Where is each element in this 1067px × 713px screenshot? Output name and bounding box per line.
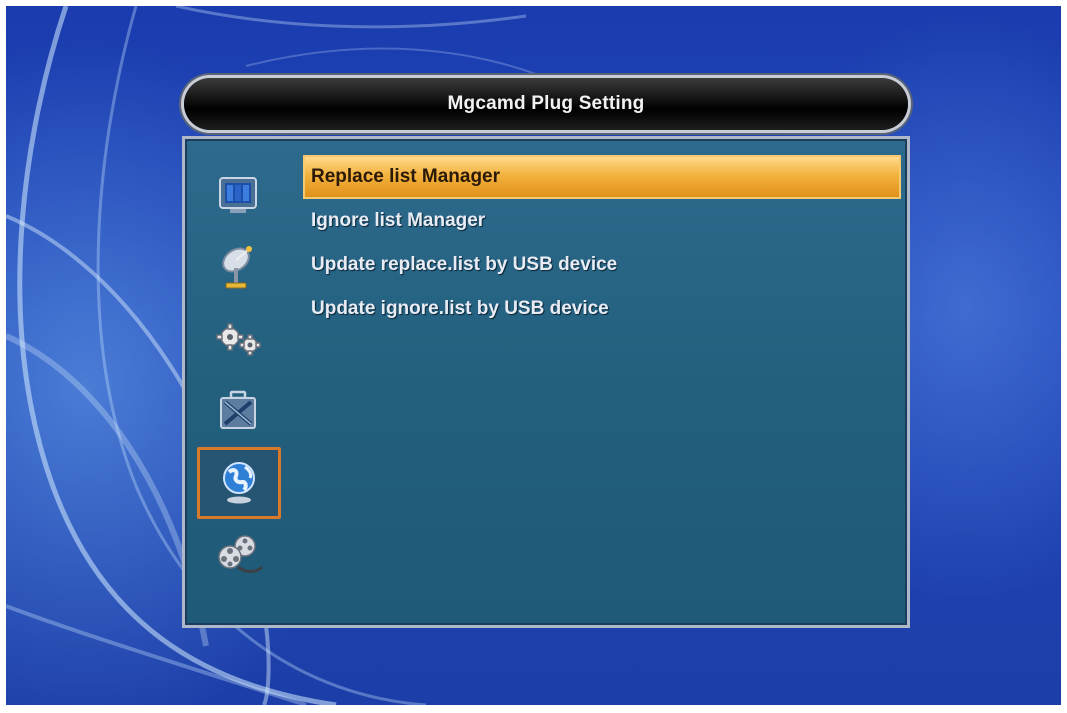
category-item-media[interactable] [197, 519, 281, 591]
gears-icon [216, 323, 261, 356]
dialog-body: Replace list Manager Ignore list Manager… [182, 136, 910, 628]
globe-icon [223, 462, 255, 504]
page-title: Mgcamd Plug Setting [447, 93, 645, 114]
menu-item-update-ignore-list-usb[interactable]: Update ignore.list by USB device [305, 289, 899, 329]
settings-dialog: Mgcamd Plug Setting Replace list Manager… [178, 72, 914, 632]
category-icon-column [197, 159, 281, 591]
category-item-network[interactable] [197, 447, 281, 519]
menu-list: Replace list Manager Ignore list Manager… [305, 157, 899, 333]
menu-item-update-replace-list-usb[interactable]: Update replace.list by USB device [305, 245, 899, 285]
toolbox-icon [220, 390, 256, 429]
menu-item-replace-list-manager[interactable]: Replace list Manager [305, 157, 899, 197]
tv-screen-icon [219, 177, 257, 213]
film-reels-icon [218, 535, 264, 573]
menu-item-ignore-list-manager[interactable]: Ignore list Manager [305, 201, 899, 241]
category-item-tv[interactable] [197, 159, 281, 231]
category-item-tools[interactable] [197, 375, 281, 447]
satellite-dish-icon [222, 246, 252, 289]
category-item-system[interactable] [197, 303, 281, 375]
tv-screen: Mgcamd Plug Setting Replace list Manager… [6, 6, 1061, 705]
category-item-satellite[interactable] [197, 231, 281, 303]
title-bar: Mgcamd Plug Setting [184, 78, 908, 130]
